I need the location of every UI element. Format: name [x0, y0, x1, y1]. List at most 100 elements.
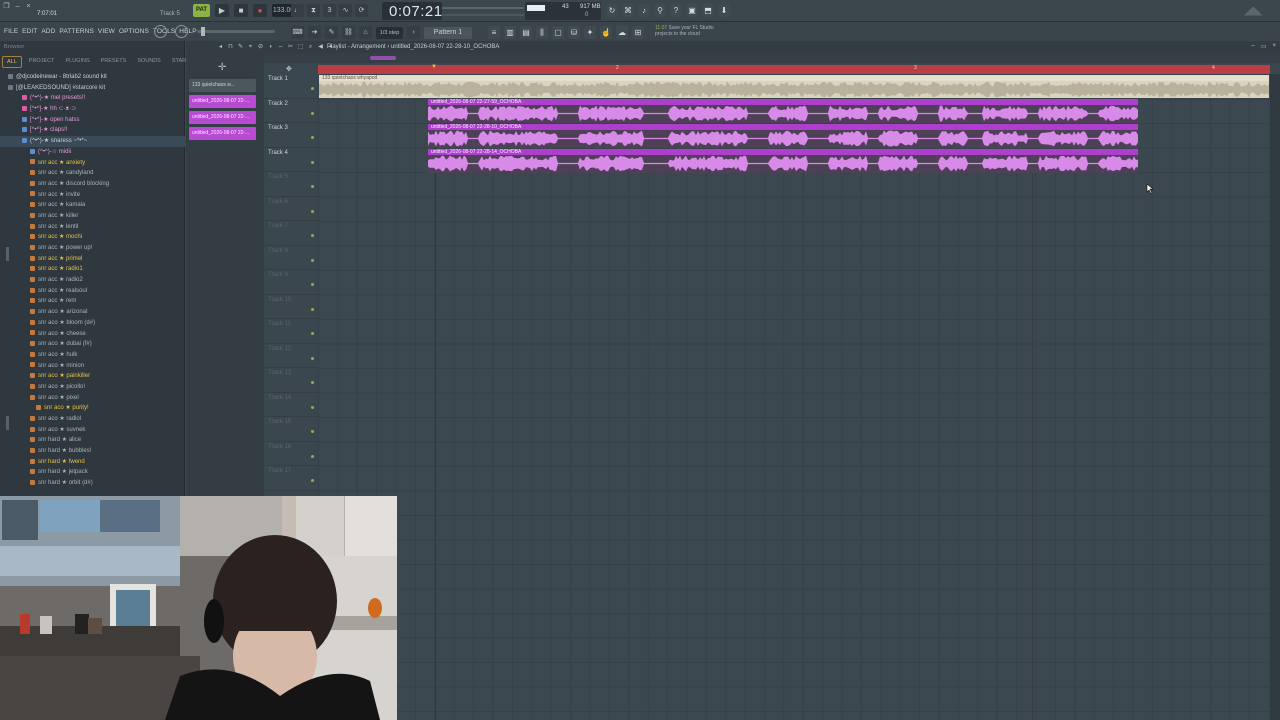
track-header[interactable]: Track 15 — [264, 417, 318, 442]
horizontal-scroll-thumb[interactable] — [370, 56, 396, 60]
refresh-icon[interactable]: ↻ — [606, 4, 618, 17]
track-header[interactable]: Track 6 — [264, 197, 318, 221]
blend-icon[interactable]: ∿ — [339, 4, 352, 17]
browser-item[interactable]: snr aco ★ hulk — [0, 350, 185, 361]
track-header[interactable]: Track 10 — [264, 295, 318, 319]
track-enable-dot[interactable] — [311, 87, 314, 90]
browser-tab-plugins[interactable]: PLUGINS — [61, 56, 93, 68]
snap-select[interactable]: 1/3 step — [376, 26, 403, 39]
track-enable-dot[interactable] — [311, 258, 314, 262]
minimize-icon[interactable]: – — [1251, 43, 1254, 50]
track-header[interactable]: Track 13 — [264, 368, 318, 393]
channel-chip[interactable]: 133 quietchaos w... — [189, 79, 256, 92]
track-enable-dot[interactable] — [311, 160, 314, 164]
browser-item[interactable]: snr aco ★ minion — [0, 361, 185, 372]
close-icon[interactable]: × — [1272, 43, 1276, 50]
browser-icon[interactable]: ▢ — [552, 26, 564, 39]
maximize-icon[interactable]: ▭ — [1261, 43, 1267, 50]
plugin-db-icon[interactable]: ⛁ — [568, 26, 580, 39]
keyboard-icon[interactable]: ⌨ — [291, 26, 304, 39]
snap-icon[interactable]: ⊓ — [227, 43, 234, 51]
browser-item[interactable]: snr hard ★ orbit (d#) — [0, 478, 185, 489]
track-enable-dot[interactable] — [311, 234, 314, 237]
menu-options[interactable]: OPTIONS — [119, 28, 149, 35]
browser-tab-project[interactable]: PROJECT — [25, 56, 59, 68]
menu-edit[interactable]: EDIT — [22, 28, 37, 35]
track-header[interactable]: Track 12 — [264, 344, 318, 368]
playback-icon[interactable]: ◀ — [317, 43, 324, 51]
menu-file[interactable]: FILE — [4, 28, 18, 35]
save-icon[interactable]: ▣ — [686, 4, 698, 17]
magnet-icon[interactable]: ⌂ — [359, 26, 372, 39]
browser-item[interactable]: snr aco ★ arizonal — [0, 307, 185, 318]
browser-item[interactable]: (^•^)-★ snaress ~*•*~ — [0, 136, 185, 147]
track-enable-dot[interactable] — [311, 405, 314, 409]
arrow-right-icon[interactable]: ➜ — [308, 26, 321, 39]
timeline-ruler[interactable]: ▼ 2 3 4 — [318, 64, 1270, 74]
channel-chip[interactable]: untitled_2026-08-07 22-... — [189, 95, 256, 108]
track-header[interactable]: Track 9 — [264, 270, 318, 295]
record-icon[interactable]: ● — [253, 4, 267, 17]
browser-item[interactable]: snr acc ★ invite — [0, 190, 185, 201]
add-icon[interactable]: ✛ — [218, 62, 226, 73]
slider-handle[interactable] — [201, 27, 205, 36]
pattern-song-toggle[interactable]: PAT — [193, 4, 210, 17]
delete-icon[interactable]: ⊘ — [257, 43, 264, 51]
main-volume-knob-icon[interactable] — [154, 25, 167, 38]
track-enable-dot[interactable] — [311, 307, 314, 311]
audio-clip[interactable]: 133 quietchaos whyapod — [319, 75, 1269, 98]
browser-tab-all[interactable]: ALL — [2, 56, 22, 68]
mic-icon[interactable]: ♪ — [638, 4, 650, 17]
browser-item[interactable]: [^•^]-★ claps!! — [0, 125, 185, 136]
mixer-view-icon[interactable]: ⫼ — [536, 26, 548, 39]
track-enable-dot[interactable] — [311, 209, 314, 213]
browser-item[interactable]: snr aco ★ bloom (d#) — [0, 318, 185, 329]
browser-item[interactable]: snr acc ★ lentil — [0, 222, 185, 233]
minimize-icon[interactable]: – — [13, 3, 22, 11]
browser-item[interactable]: snr aco ★ cheese — [0, 329, 185, 340]
plugin-picker-icon[interactable]: ✦ — [584, 26, 596, 39]
playhead-marker-icon[interactable]: ▼ — [431, 64, 437, 70]
track-header[interactable]: Track 17 — [264, 466, 318, 491]
browser-item[interactable]: snr acc ★ anxiety — [0, 158, 185, 169]
browser-item[interactable]: snr aco ★ painkiller — [0, 371, 185, 382]
browser-item[interactable]: @djcodeinewar - 8trlab2 sound kit — [0, 72, 185, 83]
track-enable-dot[interactable] — [311, 356, 314, 360]
channel-chip[interactable]: untitled_2026-08-07 22-... — [189, 127, 256, 140]
track-header[interactable]: Track 14 — [264, 393, 318, 417]
browser-item[interactable]: snr acc ★ radio1 — [0, 264, 185, 275]
cloud-icon[interactable]: ☁ — [616, 26, 628, 39]
browser-item[interactable]: snr aco ★ dubai (f#) — [0, 339, 185, 350]
track-enable-dot[interactable] — [311, 479, 314, 482]
browser-item[interactable]: snr acc ★ killer — [0, 211, 185, 222]
track-header[interactable]: Track 1 — [264, 74, 318, 99]
track-enable-dot[interactable] — [311, 185, 314, 188]
main-pitch-knob-icon[interactable] — [175, 25, 188, 38]
slip-icon[interactable]: ⇔ — [277, 43, 284, 51]
close-icon[interactable]: × — [24, 3, 33, 11]
browser-item[interactable]: snr aco ★ purity! — [0, 403, 185, 414]
browser-tab-sounds[interactable]: SOUNDS — [133, 56, 165, 68]
browser-item[interactable]: snr acc ★ candyland — [0, 168, 185, 179]
vertical-scrollbar[interactable] — [1270, 74, 1280, 720]
browser-item[interactable]: snr acc ★ realsoul — [0, 286, 185, 297]
track-enable-dot[interactable] — [311, 111, 314, 115]
piano-roll-icon[interactable]: ▥ — [504, 26, 516, 39]
track-header[interactable]: Track 2 — [264, 99, 318, 123]
track-header[interactable]: Track 7 — [264, 221, 318, 246]
browser-item[interactable]: (^•^)-★ mel presets!! — [0, 93, 185, 104]
browser-item[interactable]: (^•^)-☆ midii — [0, 147, 185, 158]
browser-item[interactable]: snr acc ★ rem — [0, 296, 185, 307]
audio-clip[interactable]: untitled_2026-08-07 22-28-10_OCHOBA — [428, 124, 1138, 148]
browser-tab-presets[interactable]: PRESETS — [97, 56, 131, 68]
track-enable-dot[interactable] — [311, 332, 314, 335]
track-header[interactable]: Track 5 — [264, 172, 318, 197]
track-header[interactable]: Track 4 — [264, 148, 318, 172]
zoom-icon[interactable]: ⌕ — [307, 43, 314, 51]
play-icon[interactable]: ▶ — [215, 4, 229, 17]
track-header[interactable]: Track 11 — [264, 319, 318, 344]
track-enable-dot[interactable] — [311, 381, 314, 384]
news-panel[interactable]: 11:07 Save your FL Studio projects to th… — [655, 25, 725, 37]
browser-item[interactable]: snr acc ★ kamala — [0, 200, 185, 211]
move-icon[interactable]: ✥ — [286, 65, 292, 73]
